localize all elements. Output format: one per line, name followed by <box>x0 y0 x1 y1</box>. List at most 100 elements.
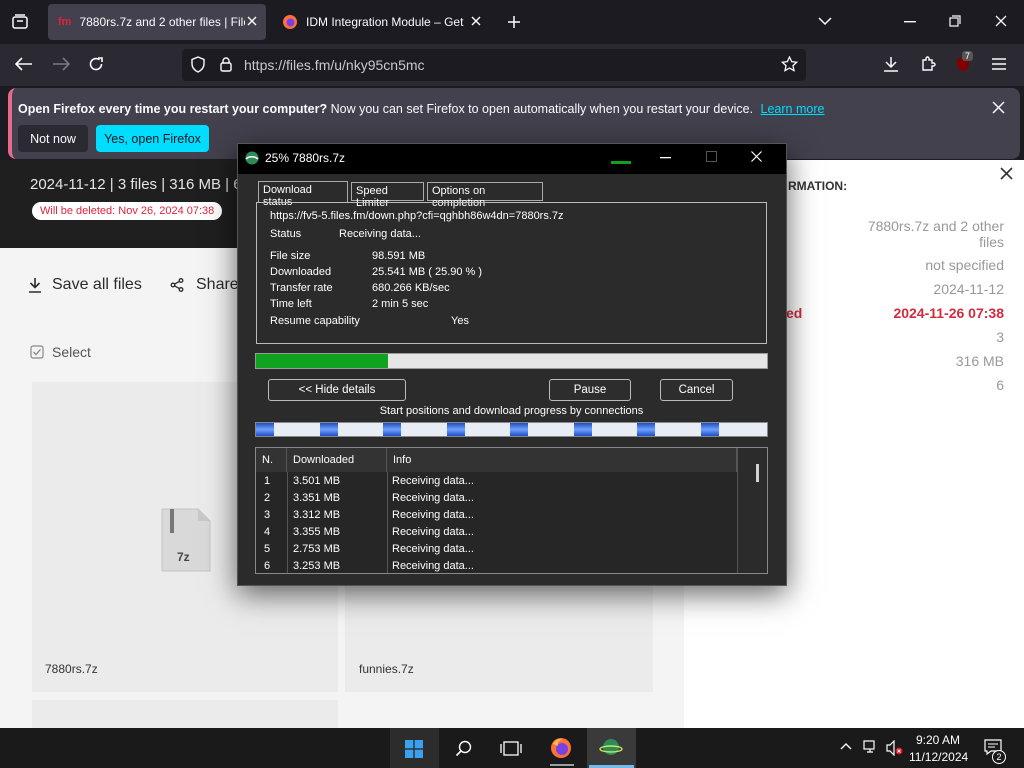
dialog-title: 25% 7880rs.7z <box>265 151 346 165</box>
downloads-icon[interactable] <box>883 56 899 72</box>
minimize-window-icon[interactable] <box>904 21 916 23</box>
search-icon[interactable] <box>455 740 472 757</box>
back-arrow-icon[interactable] <box>15 57 33 71</box>
info-password-value: not specified <box>925 257 1004 273</box>
file-name[interactable]: 7880rs.7z <box>45 662 98 676</box>
notification-count-badge: 2 <box>992 750 1006 764</box>
network-icon[interactable] <box>863 740 879 754</box>
save-all-files-button[interactable]: Save all files <box>28 276 142 294</box>
windows-logo-icon <box>405 740 423 758</box>
status-value: Receiving data... <box>339 228 421 240</box>
connection-segment <box>510 423 528 436</box>
close-notification-icon[interactable] <box>992 101 1005 114</box>
download-url: https://fv5-5.files.fm/down.php?cfi=qghb… <box>270 210 564 222</box>
not-now-button[interactable]: Not now <box>18 125 88 152</box>
time-left-value: 2 min 5 sec <box>372 298 429 310</box>
tab-files-fm[interactable]: fm 7880rs.7z and 2 other files | Files.f… <box>48 4 266 40</box>
column-header-info[interactable]: Info <box>387 448 737 472</box>
connection-downloaded: 3.253 MB <box>293 560 341 572</box>
info-expires-value: 2024-11-26 07:38 <box>893 305 1004 321</box>
resume-capability-value: Yes <box>451 315 469 327</box>
upload-meta: 2024-11-12 | 3 files | 316 MB | 6 <box>30 176 242 193</box>
column-header-downloaded[interactable]: Downloaded <box>287 448 387 472</box>
hamburger-menu-icon[interactable] <box>992 58 1006 70</box>
downloaded-label: Downloaded <box>270 266 332 278</box>
deletion-badge: Will be deleted: Nov 26, 2024 07:38 <box>32 202 223 220</box>
download-progress-bar <box>255 353 768 369</box>
notification-title: Open Firefox every time you restart your… <box>18 102 328 116</box>
firefox-favicon-icon <box>282 14 298 30</box>
pause-button[interactable]: Pause <box>549 379 631 401</box>
connection-segment <box>256 423 274 436</box>
connection-segment <box>637 423 655 436</box>
column-header-n[interactable]: N. <box>256 448 287 472</box>
tab-download-status[interactable]: Download status <box>258 181 348 208</box>
cancel-button[interactable]: Cancel <box>660 379 733 401</box>
clock-date[interactable]: 11/12/2024 <box>909 750 968 764</box>
close-tab-icon[interactable] <box>246 15 258 27</box>
file-size-label: File size <box>270 250 311 262</box>
dialog-minimize-icon[interactable] <box>660 157 671 159</box>
volume-muted-icon[interactable] <box>886 740 904 756</box>
list-all-tabs-icon[interactable] <box>11 13 29 31</box>
learn-more-link[interactable]: Learn more <box>761 102 825 116</box>
url-text[interactable]: https://files.fm/u/nky95cn5mc <box>244 57 425 73</box>
restore-window-icon[interactable] <box>949 15 961 27</box>
dialog-close-icon[interactable] <box>751 151 762 162</box>
hide-details-button[interactable]: << Hide details <box>268 379 406 401</box>
connections-caption: Start positions and download progress by… <box>379 405 644 417</box>
file-card[interactable] <box>32 700 338 728</box>
tab-idm-integration[interactable]: IDM Integration Module – Get this <box>272 4 490 40</box>
bookmark-star-icon[interactable] <box>781 56 798 72</box>
connection-number: 3 <box>264 509 271 521</box>
select-label: Select <box>52 344 91 360</box>
reload-icon[interactable] <box>88 56 104 72</box>
shield-icon[interactable] <box>190 56 206 73</box>
connection-number: 1 <box>264 475 271 487</box>
task-view-icon[interactable] <box>500 741 522 756</box>
connection-downloaded: 3.312 MB <box>293 509 341 521</box>
share-button[interactable]: Share <box>170 276 239 294</box>
lock-icon[interactable] <box>219 56 233 72</box>
chevron-up-icon[interactable] <box>840 742 852 750</box>
checkbox-icon <box>30 345 44 359</box>
tab-speed-limiter[interactable]: Speed Limiter <box>351 182 424 209</box>
close-window-icon[interactable] <box>995 15 1007 27</box>
status-label: Status <box>270 228 302 240</box>
yes-open-firefox-button[interactable]: Yes, open Firefox <box>96 125 209 152</box>
connection-info: Receiving data... <box>392 509 474 521</box>
connection-info: Receiving data... <box>392 475 474 487</box>
extensions-puzzle-icon[interactable] <box>920 55 937 72</box>
dialog-progress-indicator <box>611 161 631 164</box>
progress-fill <box>256 354 389 368</box>
firefox-taskbar-icon[interactable] <box>550 737 572 759</box>
info-count-value: 3 <box>996 329 1004 345</box>
info-downloads-value: 6 <box>996 377 1004 393</box>
file-name[interactable]: funnies.7z <box>359 662 414 676</box>
connection-info: Receiving data... <box>392 560 474 572</box>
extension-badge: 7 <box>962 51 974 61</box>
connection-downloaded: 2.753 MB <box>293 543 341 555</box>
info-expires-label: ed <box>786 305 803 321</box>
select-all-checkbox[interactable]: Select <box>30 344 91 360</box>
forward-arrow-icon[interactable] <box>52 57 70 71</box>
tab-title: 7880rs.7z and 2 other files | Files.fm <box>79 15 245 29</box>
time-left-label: Time left <box>270 298 312 310</box>
table-scrollbar[interactable] <box>737 448 767 573</box>
close-tab-icon[interactable] <box>470 15 482 27</box>
info-panel-heading: RMATION: <box>788 179 848 193</box>
info-files-value: 7880rs.7z and 2 other <box>867 218 1004 234</box>
close-panel-icon[interactable] <box>1000 167 1013 180</box>
clock-time[interactable]: 9:20 AM <box>916 733 960 747</box>
tab-options-on-completion[interactable]: Options on completion <box>427 182 543 209</box>
new-tab-icon[interactable] <box>507 15 521 29</box>
column-divider <box>387 472 388 573</box>
idm-globe-icon <box>244 150 260 166</box>
resume-capability-label: Resume capability <box>270 315 360 327</box>
scrollbar-thumb[interactable] <box>756 464 759 482</box>
idm-globe-icon <box>599 737 623 757</box>
save-all-label: Save all files <box>52 276 142 293</box>
share-label: Share <box>196 276 239 293</box>
connection-number: 5 <box>264 543 271 555</box>
chevron-down-icon[interactable] <box>818 16 832 26</box>
